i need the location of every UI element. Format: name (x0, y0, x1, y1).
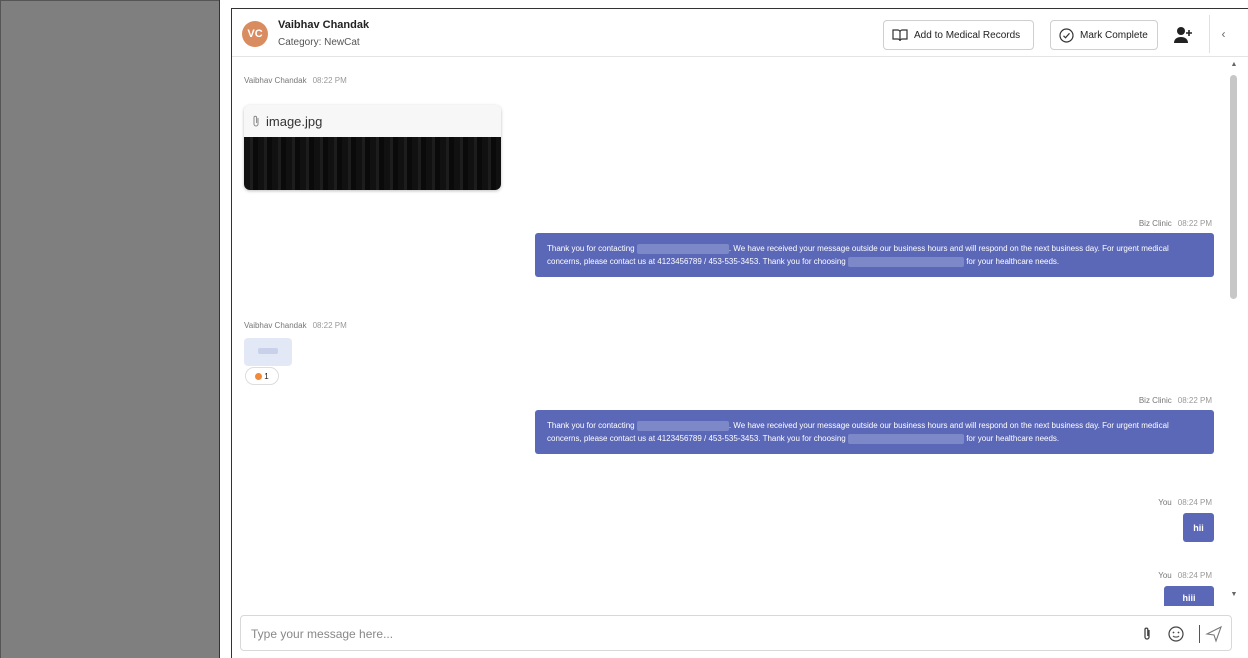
redacted-text (636, 420, 729, 431)
scroll-thumb[interactable] (1230, 75, 1237, 299)
mark-complete-button[interactable]: Mark Complete (1050, 20, 1158, 50)
image-preview[interactable] (244, 137, 501, 190)
message-text: for your healthcare needs. (966, 257, 1060, 266)
composer-separator (1199, 625, 1200, 643)
message-input[interactable] (251, 624, 1111, 644)
sender-name: Biz Clinic (1138, 396, 1172, 405)
message-text: hii (1193, 522, 1204, 533)
reaction-emoji-icon (255, 372, 263, 380)
attach-icon[interactable] (1138, 625, 1156, 643)
emoji-message (244, 338, 292, 366)
message-time: 08:24 PM (1177, 571, 1212, 580)
add-user-icon[interactable] (1173, 26, 1193, 44)
sender-name: You (1158, 571, 1172, 580)
message-text: Thank you for contacting (547, 244, 635, 253)
message-meta: Biz Clinic 08:22 PM (1112, 396, 1212, 405)
chat-header: VC Vaibhav Chandak Category: NewCat Add … (232, 9, 1248, 57)
message-time: 08:22 PM (312, 321, 347, 330)
message-time: 08:22 PM (312, 76, 347, 85)
chevron-left-icon: ‹ (1221, 27, 1226, 41)
left-pane (0, 0, 219, 658)
paperclip-icon (253, 115, 259, 127)
sender-name: Biz Clinic (1138, 219, 1172, 228)
message-text: Thank you for contacting (547, 421, 635, 430)
contact-name: Vaibhav Chandak (278, 19, 370, 31)
sender-name: You (1158, 498, 1172, 507)
chat-panel: VC Vaibhav Chandak Category: NewCat Add … (231, 8, 1248, 658)
message-meta: Vaibhav Chandak 08:22 PM (244, 321, 347, 330)
book-icon (892, 29, 908, 42)
message-meta: You 08:24 PM (1112, 571, 1212, 580)
message-list: Vaibhav Chandak 08:22 PM image.jpg Biz Cl… (232, 58, 1232, 606)
message-bubble: hiii (1164, 586, 1214, 606)
pane-divider[interactable] (219, 0, 231, 658)
message-bubble: Thank you for contacting . We have recei… (535, 410, 1214, 454)
file-header: image.jpg (244, 105, 501, 137)
add-to-medical-records-button[interactable]: Add to Medical Records (883, 20, 1034, 50)
reaction-badge[interactable]: 1 (245, 367, 279, 385)
collapse-button[interactable]: ‹ (1209, 15, 1237, 53)
scroll-up-arrow-icon[interactable]: ▲ (1228, 61, 1240, 71)
emoji-icon[interactable] (1167, 625, 1185, 643)
message-text: for your healthcare needs. (966, 434, 1060, 443)
redacted-text (847, 433, 964, 444)
file-name: image.jpg (266, 113, 323, 129)
message-meta: Vaibhav Chandak 08:22 PM (244, 76, 347, 85)
file-attachment[interactable]: image.jpg (244, 105, 501, 190)
message-bubble: hii (1183, 513, 1214, 542)
scroll-down-arrow-icon[interactable]: ▼ (1228, 591, 1240, 601)
send-icon[interactable] (1205, 625, 1223, 643)
sender-name: Vaibhav Chandak (244, 76, 307, 85)
avatar: VC (242, 21, 268, 47)
contact-category: Category: NewCat (278, 37, 360, 48)
redacted-text (636, 243, 729, 254)
message-time: 08:24 PM (1177, 498, 1212, 507)
message-text: hiii (1182, 593, 1196, 603)
message-time: 08:22 PM (1177, 396, 1212, 405)
mark-complete-label: Mark Complete (1080, 29, 1148, 41)
message-bubble: Thank you for contacting . We have recei… (535, 233, 1214, 277)
message-time: 08:22 PM (1177, 219, 1212, 228)
scrollbar[interactable]: ▲ ▼ (1228, 61, 1240, 605)
message-composer (240, 615, 1232, 651)
check-circle-icon (1059, 27, 1074, 43)
sender-name: Vaibhav Chandak (244, 321, 307, 330)
add-to-medical-records-label: Add to Medical Records (914, 29, 1021, 41)
message-meta: Biz Clinic 08:22 PM (1112, 219, 1212, 228)
reaction-count: 1 (264, 371, 269, 381)
redacted-text (847, 256, 964, 267)
message-meta: You 08:24 PM (1112, 498, 1212, 507)
